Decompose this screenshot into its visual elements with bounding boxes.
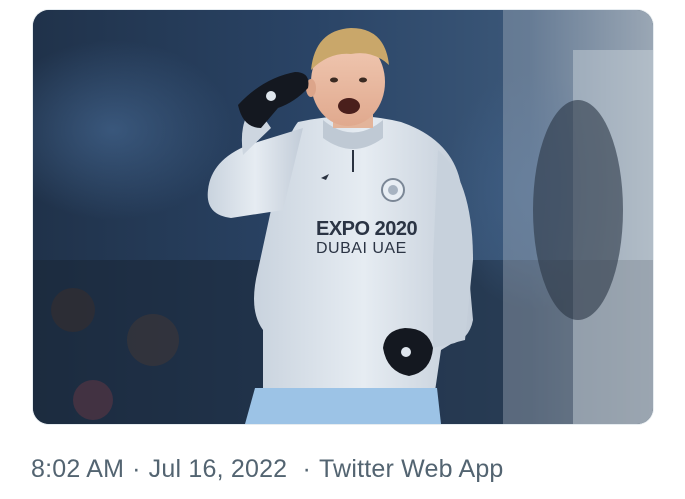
separator: · xyxy=(132,455,141,483)
shirt-sponsor-line1: EXPO 2020 xyxy=(316,218,418,240)
separator: · xyxy=(302,455,311,483)
tweet-photo[interactable]: EXPO 2020 DUBAI UAE xyxy=(33,10,653,424)
photo-image: EXPO 2020 DUBAI UAE xyxy=(33,10,653,424)
tweet-timestamp-link[interactable]: 8:02 AM · Jul 16, 2022 xyxy=(31,455,294,483)
tweet-time: 8:02 AM xyxy=(31,455,125,483)
tweet-source: Twitter Web App xyxy=(318,455,504,483)
tweet-metadata: 8:02 AM · Jul 16, 2022 · Twitter Web App xyxy=(31,455,504,484)
tweet-date: Jul 16, 2022 xyxy=(148,455,288,483)
shirt-sponsor-line2: DUBAI UAE xyxy=(316,240,407,257)
